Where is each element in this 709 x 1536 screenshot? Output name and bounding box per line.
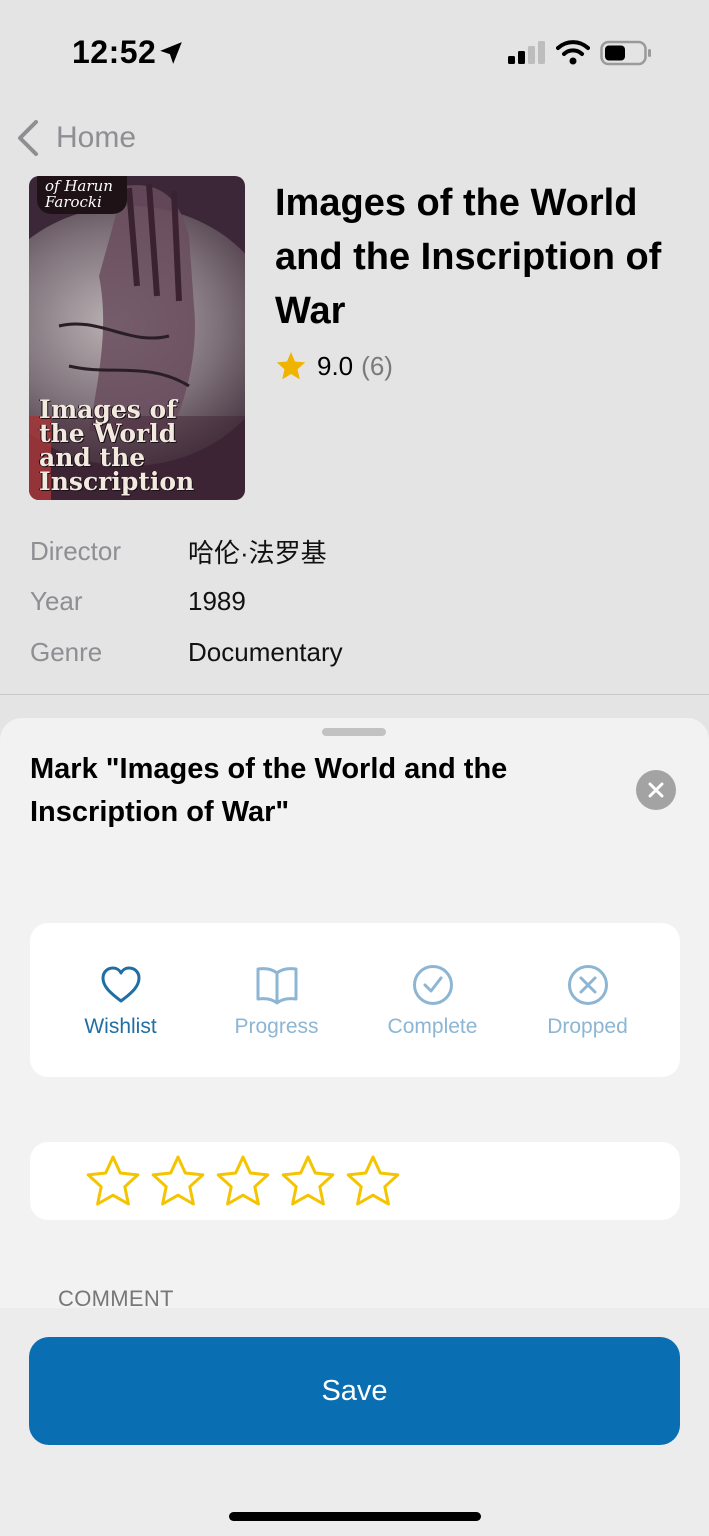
poster-image: of Harun Farocki Images of the World and th…: [29, 176, 245, 500]
star-outline-icon[interactable]: [345, 1154, 401, 1210]
back-label: Home: [56, 121, 137, 154]
chevron-left-icon: [18, 120, 38, 156]
status-label: Complete: [387, 1015, 478, 1038]
status-progress-button[interactable]: Progress: [199, 963, 354, 1039]
rating-count: (6): [361, 350, 393, 381]
heart-icon: [101, 966, 140, 1003]
rating-stars: [30, 1142, 680, 1220]
star-outline-icon[interactable]: [150, 1154, 206, 1210]
rating-value: 9.0: [317, 350, 354, 381]
close-button[interactable]: [636, 770, 676, 810]
detail-value[interactable]: 哈伦·法罗基: [188, 533, 327, 570]
status-complete-button[interactable]: Complete: [355, 963, 510, 1039]
poster-tag-text: of Harun Farocki: [37, 176, 127, 214]
status-label: Progress: [234, 1015, 319, 1038]
location-arrow-icon: [160, 42, 182, 64]
detail-key: Director: [30, 535, 122, 566]
sheet-grabber[interactable]: [322, 728, 386, 736]
battery-icon: [600, 40, 651, 66]
item-title: Images of the World and the Inscription …: [275, 182, 662, 332]
divider: [0, 694, 709, 695]
details-list: Director 哈伦·法罗基 Year 1989 Genre Document…: [30, 526, 343, 678]
x-circle-icon: [567, 965, 608, 1005]
status-bar: 12:52: [0, 0, 709, 100]
rating-row: 9.0 (6): [275, 350, 393, 382]
home-indicator: [229, 1512, 481, 1521]
back-button[interactable]: Home: [14, 116, 136, 160]
status-time: 12:52: [72, 34, 157, 70]
star-outline-icon[interactable]: [85, 1154, 141, 1210]
sheet-title: Mark "Images of the World and the Inscri…: [30, 753, 508, 828]
status-wishlist-button[interactable]: Wishlist: [43, 963, 198, 1039]
detail-row-year: Year 1989: [30, 577, 343, 628]
detail-row-genre: Genre Documentary: [30, 627, 343, 678]
status-dropped-button[interactable]: Dropped: [510, 963, 665, 1039]
close-icon: [648, 782, 664, 798]
status-label: Dropped: [547, 1015, 628, 1038]
star-outline-icon[interactable]: [215, 1154, 271, 1210]
poster-title-text: Images of the World and the Inscription: [39, 395, 195, 496]
detail-key: Genre: [30, 636, 103, 667]
star-filled-icon: [276, 352, 306, 380]
status-selector: Wishlist Progress Complete Dropped: [30, 923, 680, 1077]
star-outline-icon[interactable]: [280, 1154, 336, 1210]
status-label: Wishlist: [84, 1015, 157, 1038]
save-button[interactable]: Save: [29, 1337, 680, 1445]
detail-row-director: Director 哈伦·法罗基: [30, 526, 343, 577]
book-icon: [256, 967, 297, 1005]
wifi-icon: [556, 40, 590, 65]
check-circle-icon: [412, 965, 453, 1005]
detail-key: Year: [30, 586, 83, 617]
detail-value: 1989: [188, 586, 246, 617]
cellular-signal-icon: [508, 41, 545, 64]
mark-sheet: Mark "Images of the World and the Inscri…: [0, 718, 709, 1536]
detail-value: Documentary: [188, 636, 343, 667]
